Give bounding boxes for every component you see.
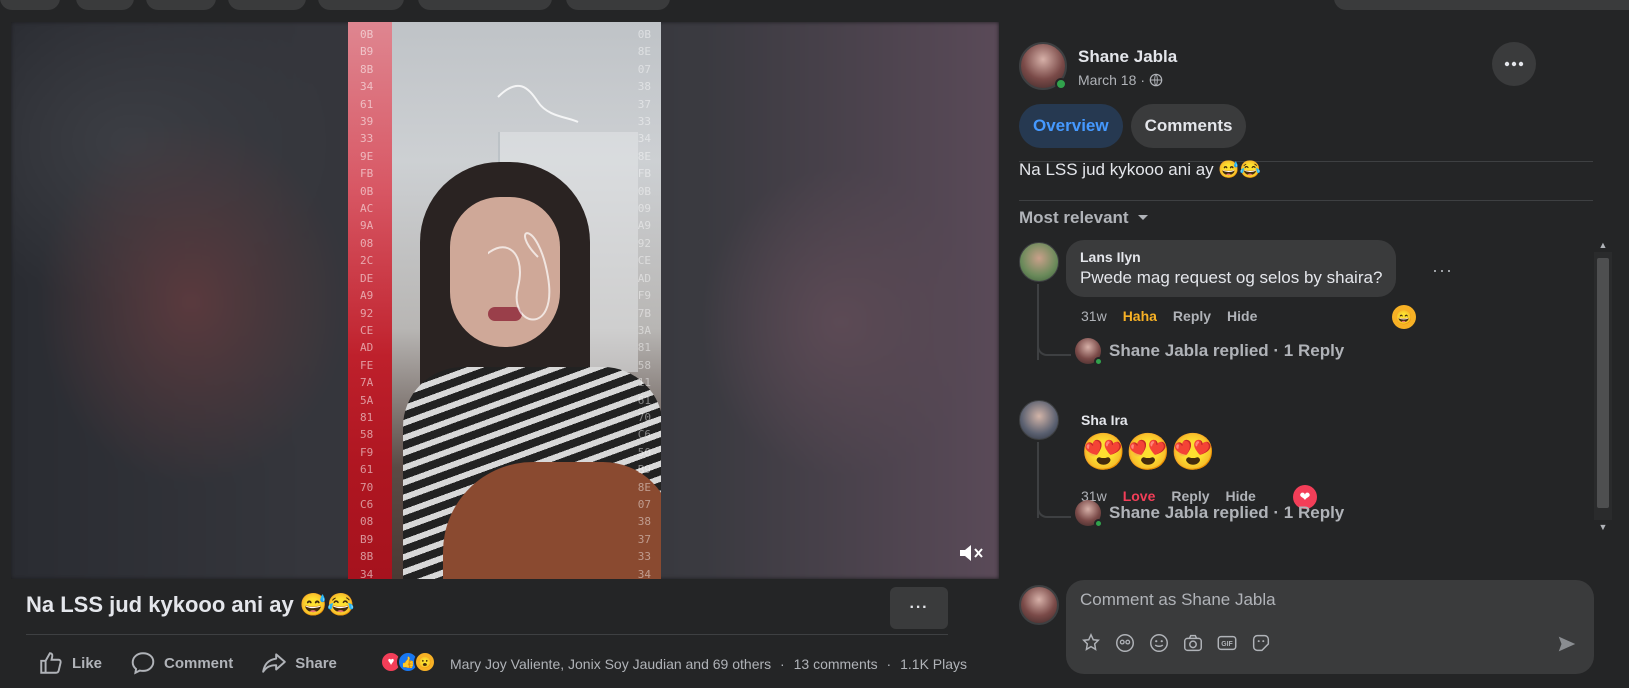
author-name[interactable]: Shane Jabla xyxy=(1078,47,1177,67)
video-overlay-code-right: 0B 8E 07 38 37 33 34 8E FB 0B 09 A9 92 C… xyxy=(637,28,651,579)
share-icon xyxy=(262,653,286,673)
globe-icon xyxy=(1149,73,1163,87)
like-icon xyxy=(40,652,62,674)
comment-button[interactable]: Comment xyxy=(130,650,233,676)
haha-reaction-icon[interactable]: 😄 xyxy=(1392,305,1416,329)
comment-input[interactable] xyxy=(1080,590,1560,610)
tab-overview[interactable]: Overview xyxy=(1019,104,1123,148)
tab-comments[interactable]: Comments xyxy=(1130,104,1247,148)
nav-pill[interactable] xyxy=(566,0,670,10)
reactions-summary[interactable]: Mary Joy Valiente, Jonix Soy Jaudian and… xyxy=(450,656,967,672)
scroll-thumb[interactable] xyxy=(1597,258,1609,508)
post-meta: March 18 · xyxy=(1078,72,1163,88)
sort-label: Most relevant xyxy=(1019,208,1129,227)
post-side-panel: Shane Jabla March 18 · Overview Comments… xyxy=(999,22,1629,688)
nav-pill[interactable] xyxy=(228,0,306,10)
view-replies-button[interactable]: Shane Jabla replied · 1 Reply xyxy=(1075,500,1345,528)
comment-meta: 31w Haha Reply Hide xyxy=(1081,308,1257,324)
nav-pill[interactable] xyxy=(0,0,60,10)
comment-sort-dropdown[interactable]: Most relevant xyxy=(1019,208,1149,228)
video-player[interactable]: 0B B9 8B 34 61 39 33 9E FB 0B AC 9A 08 2… xyxy=(11,22,999,579)
share-label: Share xyxy=(295,654,337,672)
camera-icon[interactable] xyxy=(1182,632,1204,654)
comment-reaction-button[interactable]: Haha xyxy=(1123,308,1157,324)
comments-count[interactable]: 13 comments xyxy=(794,656,878,672)
video-column: 0B B9 8B 34 61 39 33 9E FB 0B AC 9A 08 2… xyxy=(0,22,999,688)
mute-icon[interactable] xyxy=(957,541,985,565)
video-scribble xyxy=(488,84,579,321)
chevron-down-icon xyxy=(1137,215,1148,220)
replies-label: Shane Jabla replied · 1 Reply xyxy=(1109,503,1345,522)
wow-reaction-icon: 😮 xyxy=(414,651,436,673)
post-more-button[interactable]: ··· xyxy=(890,587,948,629)
video-overlay-code-left: 0B B9 8B 34 61 39 33 9E FB 0B AC 9A 08 2… xyxy=(360,28,374,579)
comment-hide-button[interactable]: Hide xyxy=(1227,308,1257,324)
video-frame: 0B B9 8B 34 61 39 33 9E FB 0B AC 9A 08 2… xyxy=(348,22,661,579)
top-nav-bar xyxy=(0,0,1629,22)
composer-tools: GIF xyxy=(1080,632,1272,654)
like-button[interactable]: Like xyxy=(38,650,102,676)
replies-label: Shane Jabla replied · 1 Reply xyxy=(1109,341,1345,360)
comment-label: Comment xyxy=(164,654,234,672)
reactors-text[interactable]: Mary Joy Valiente, Jonix Soy Jaudian and… xyxy=(450,656,771,672)
panel-tabs: Overview Comments xyxy=(1019,104,1247,148)
nav-pill[interactable] xyxy=(418,0,552,10)
comment-icon xyxy=(131,652,155,675)
avatar-sticker-icon[interactable] xyxy=(1080,632,1102,654)
share-button[interactable]: Share xyxy=(261,650,337,676)
commenter-name[interactable]: Lans Ilyn xyxy=(1080,249,1382,265)
thread-line xyxy=(1037,496,1071,518)
commenter-name[interactable]: Sha Ira xyxy=(1081,412,1128,428)
comment-list: Lans Ilyn Pwede mag request og selos by … xyxy=(999,236,1594,538)
emoji-icon[interactable] xyxy=(1148,632,1170,654)
online-status-dot xyxy=(1055,78,1067,90)
thread-line xyxy=(1037,334,1071,356)
divider xyxy=(1019,200,1593,201)
send-icon[interactable] xyxy=(1556,633,1578,655)
replier-avatar xyxy=(1075,338,1103,366)
svg-text:GIF: GIF xyxy=(1221,641,1232,648)
comment-bubble: Lans Ilyn Pwede mag request og selos by … xyxy=(1066,240,1397,297)
comment-reply-button[interactable]: Reply xyxy=(1173,308,1211,324)
nav-pill[interactable] xyxy=(76,0,134,10)
comment-time[interactable]: 31w xyxy=(1081,308,1107,324)
comment-text: Pwede mag request og selos by shaira? xyxy=(1080,268,1383,287)
gif-icon[interactable]: GIF xyxy=(1216,632,1238,654)
more-icon xyxy=(1504,61,1524,67)
like-label: Like xyxy=(72,654,103,672)
comment-emoji-text: 😍😍😍 xyxy=(1081,431,1216,472)
sticker-icon[interactable] xyxy=(1250,632,1272,654)
view-replies-button[interactable]: Shane Jabla replied · 1 Reply xyxy=(1075,338,1345,366)
reaction-icons[interactable]: ♥ 👍 😮 xyxy=(380,651,436,673)
search-bar[interactable] xyxy=(1334,0,1629,10)
panel-more-button[interactable] xyxy=(1492,42,1536,86)
nav-pill[interactable] xyxy=(146,0,216,10)
scroll-up-icon[interactable]: ▲ xyxy=(1597,240,1609,252)
avatar-icon[interactable] xyxy=(1114,632,1136,654)
post-date[interactable]: March 18 xyxy=(1078,72,1136,88)
composer-avatar[interactable] xyxy=(1019,585,1059,625)
commenter-avatar[interactable] xyxy=(1019,400,1059,440)
divider xyxy=(26,634,948,635)
plays-count: 1.1K Plays xyxy=(900,656,968,672)
replier-avatar xyxy=(1075,500,1103,528)
more-icon: ··· xyxy=(909,599,929,616)
scroll-down-icon[interactable]: ▼ xyxy=(1597,522,1609,534)
nav-pill[interactable] xyxy=(318,0,404,10)
post-caption: Na LSS jud kykooo ani ay 😅😂 xyxy=(1019,160,1261,179)
comment-composer: GIF xyxy=(1066,580,1594,674)
comment-more-icon[interactable]: ··· xyxy=(1432,260,1453,281)
post-title: Na LSS jud kykooo ani ay 😅😂 xyxy=(26,592,355,617)
post-actions: Like Comment Share xyxy=(38,650,337,676)
commenter-avatar[interactable] xyxy=(1019,242,1059,282)
